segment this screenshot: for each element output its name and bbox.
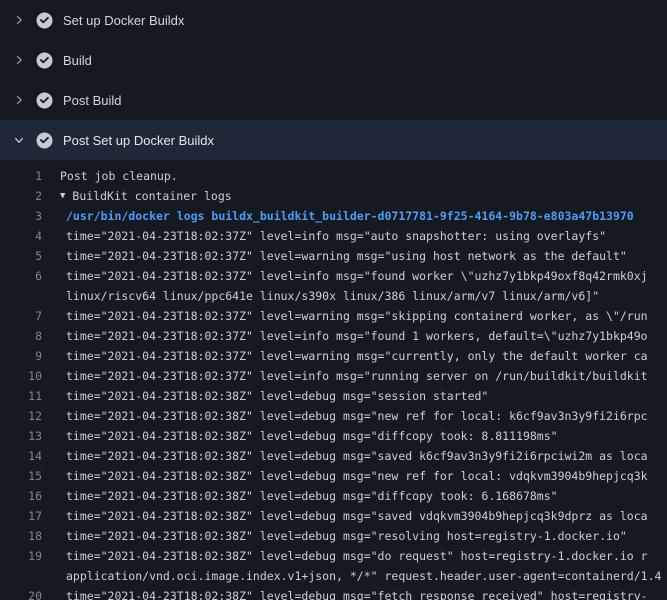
log-text: time="2021-04-23T18:02:37Z" level=info m… [60,366,648,386]
line-number[interactable]: 18 [0,526,42,546]
log-line: 5 time="2021-04-23T18:02:37Z" level=warni… [0,246,667,266]
log-line: 4 time="2021-04-23T18:02:37Z" level=info … [0,226,667,246]
check-circle-icon [36,52,53,69]
command-text: /usr/bin/docker logs buildx_buildkit_bui… [60,206,634,226]
log-line: 13 time="2021-04-23T18:02:38Z" level=debu… [0,426,667,446]
log-line: linux/riscv64 linux/ppc641e linux/s390x … [0,286,667,306]
chevron-down-icon [12,133,26,147]
section-title: Post Build [63,93,122,108]
section-header[interactable]: Post Build [0,80,667,120]
section-title: Set up Docker Buildx [63,13,184,28]
line-number[interactable]: 11 [0,386,42,406]
line-number[interactable]: 20 [0,586,42,600]
log-text: time="2021-04-23T18:02:38Z" level=debug … [60,486,558,506]
log-line: 10 time="2021-04-23T18:02:37Z" level=info… [0,366,667,386]
log-text: time="2021-04-23T18:02:38Z" level=debug … [60,586,648,600]
line-number[interactable]: 7 [0,306,42,326]
log-line: 3/usr/bin/docker logs buildx_buildkit_bu… [0,206,667,226]
line-number[interactable]: 3 [0,206,42,226]
line-number[interactable]: 2 [0,186,42,206]
section-title: Build [63,53,92,68]
log-text: application/vnd.oci.image.index.v1+json,… [60,566,661,586]
line-number[interactable]: 10 [0,366,42,386]
section-title: Post Set up Docker Buildx [63,133,214,148]
line-number[interactable]: 4 [0,226,42,246]
log-line: application/vnd.oci.image.index.v1+json,… [0,566,667,586]
log-group-header[interactable]: 2 ▼ BuildKit container logs [0,186,667,206]
log-text: time="2021-04-23T18:02:37Z" level=warnin… [60,246,627,266]
log-text: time="2021-04-23T18:02:37Z" level=warnin… [60,346,648,366]
check-circle-icon [36,132,53,149]
log-line: 12 time="2021-04-23T18:02:38Z" level=debu… [0,406,667,426]
line-number[interactable]: 15 [0,466,42,486]
chevron-right-icon [12,53,26,67]
log-line: 6 time="2021-04-23T18:02:37Z" level=info … [0,266,667,286]
log-text: BuildKit container logs [72,186,231,206]
log-line: 17 time="2021-04-23T18:02:38Z" level=debu… [0,506,667,526]
log-line: 8 time="2021-04-23T18:02:37Z" level=info … [0,326,667,346]
log-text: time="2021-04-23T18:02:37Z" level=info m… [60,226,606,246]
log-line: 7 time="2021-04-23T18:02:37Z" level=warni… [0,306,667,326]
log-line: 18 time="2021-04-23T18:02:38Z" level=debu… [0,526,667,546]
log-text: time="2021-04-23T18:02:38Z" level=debug … [60,466,648,486]
check-circle-icon [36,92,53,109]
line-number[interactable]: 17 [0,506,42,526]
step-sections: Set up Docker Buildx Build Post Build Post … [0,0,667,160]
line-number[interactable]: 6 [0,266,42,286]
section-header[interactable]: Set up Docker Buildx [0,0,667,40]
line-number[interactable]: 14 [0,446,42,466]
log-line: 16 time="2021-04-23T18:02:38Z" level=debu… [0,486,667,506]
log-line: 11 time="2021-04-23T18:02:38Z" level=debu… [0,386,667,406]
line-number[interactable]: 8 [0,326,42,346]
chevron-right-icon [12,93,26,107]
log-text: time="2021-04-23T18:02:38Z" level=debug … [60,446,648,466]
log-text: time="2021-04-23T18:02:37Z" level=info m… [60,266,648,286]
line-number [0,286,42,306]
section-header[interactable]: Build [0,40,667,80]
log-text: time="2021-04-23T18:02:38Z" level=debug … [60,546,648,566]
log-line: 9 time="2021-04-23T18:02:37Z" level=warni… [0,346,667,366]
chevron-right-icon [12,13,26,27]
line-number[interactable]: 13 [0,426,42,446]
section-header[interactable]: Post Set up Docker Buildx [0,120,667,160]
line-number[interactable]: 9 [0,346,42,366]
log-text: time="2021-04-23T18:02:38Z" level=debug … [60,406,648,426]
log-text: time="2021-04-23T18:02:38Z" level=debug … [60,386,488,406]
line-number[interactable]: 1 [0,166,42,186]
log-text: time="2021-04-23T18:02:38Z" level=debug … [60,526,627,546]
line-number[interactable]: 19 [0,546,42,566]
log-line: 1 Post job cleanup. [0,166,667,186]
log-text: time="2021-04-23T18:02:38Z" level=debug … [60,506,648,526]
workflow-log-panel: Set up Docker Buildx Build Post Build Post … [0,0,667,600]
log-text: Post job cleanup. [60,166,178,186]
log-text: time="2021-04-23T18:02:37Z" level=warnin… [60,306,648,326]
line-number[interactable]: 12 [0,406,42,426]
log-line: 19 time="2021-04-23T18:02:38Z" level=debu… [0,546,667,566]
log-text: time="2021-04-23T18:02:37Z" level=info m… [60,326,648,346]
check-circle-icon [36,12,53,29]
log-line: 14 time="2021-04-23T18:02:38Z" level=debu… [0,446,667,466]
log-text: time="2021-04-23T18:02:38Z" level=debug … [60,426,558,446]
line-number[interactable]: 16 [0,486,42,506]
log-line: 20 time="2021-04-23T18:02:38Z" level=debu… [0,586,667,600]
line-number [0,566,42,586]
log-line: 15 time="2021-04-23T18:02:38Z" level=debu… [0,466,667,486]
line-number[interactable]: 5 [0,246,42,266]
log-text: linux/riscv64 linux/ppc641e linux/s390x … [60,286,599,306]
group-expand-icon[interactable]: ▼ [60,186,65,206]
log-area: 1 Post job cleanup. 2 ▼ BuildKit container l… [0,160,667,600]
